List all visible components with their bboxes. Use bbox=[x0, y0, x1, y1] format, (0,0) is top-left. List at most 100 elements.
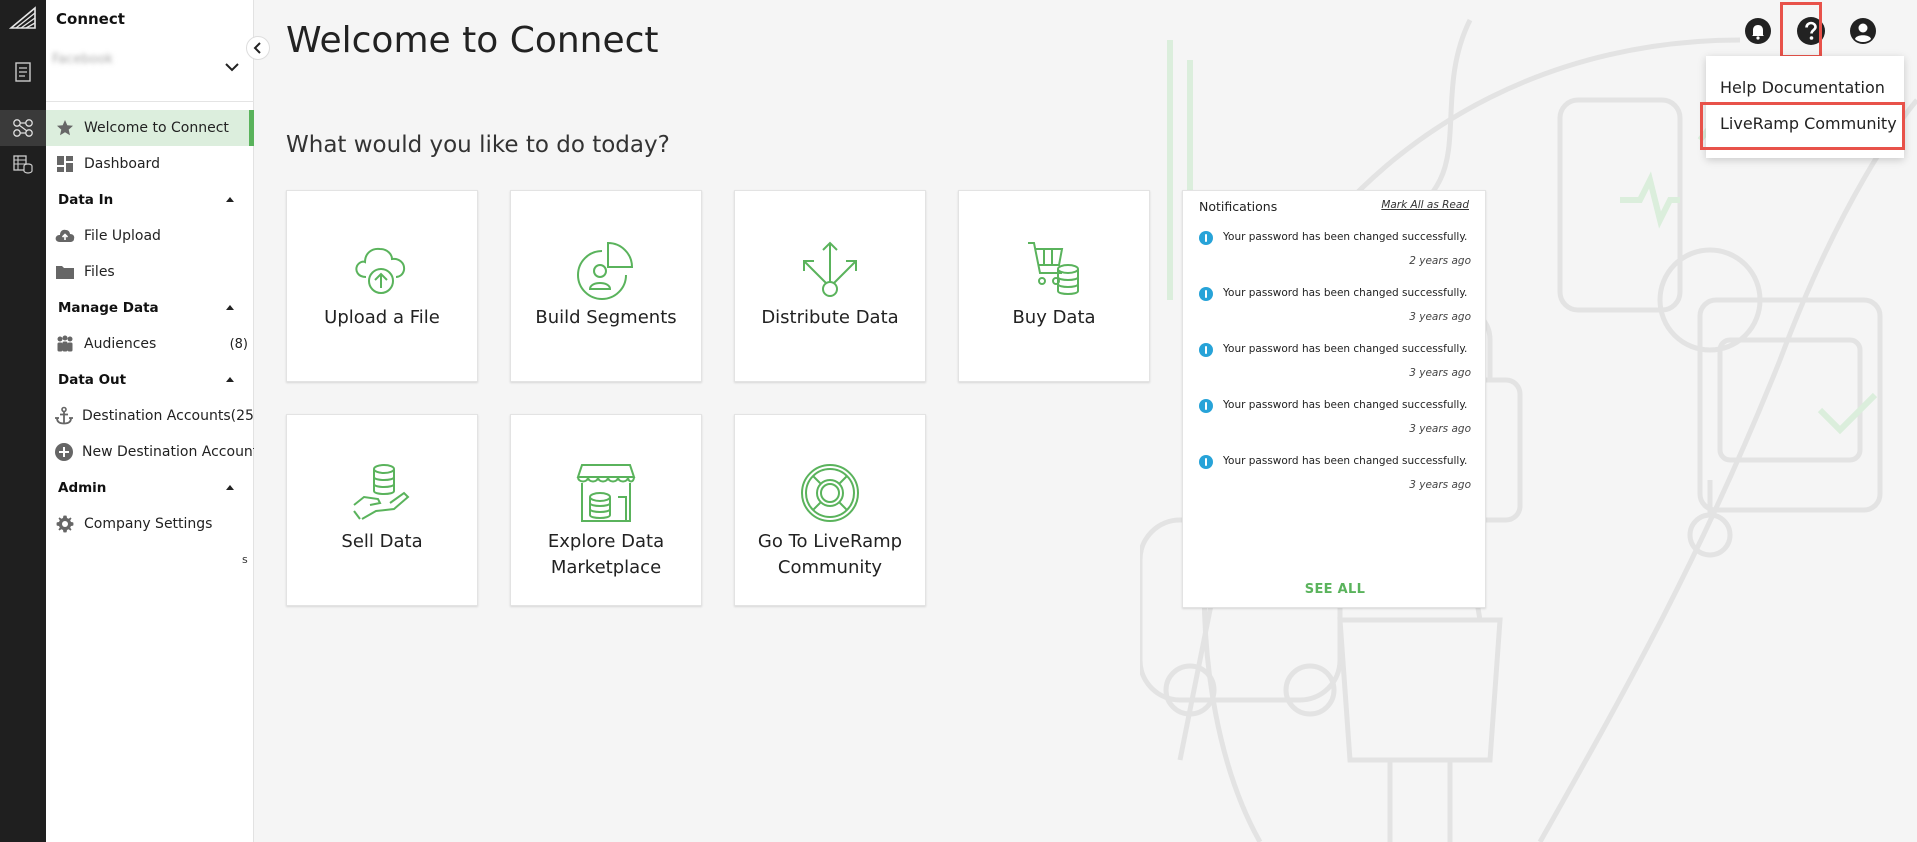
tile-label: Buy Data bbox=[1012, 307, 1096, 328]
sidebar-item-files[interactable]: Files bbox=[46, 254, 254, 290]
notification-item[interactable]: Your password has been changed successfu… bbox=[1199, 453, 1471, 509]
page-title: Welcome to Connect bbox=[286, 20, 659, 61]
gear-icon bbox=[54, 513, 76, 535]
lifebuoy-icon bbox=[801, 464, 859, 522]
tile-build-segments[interactable]: Build Segments bbox=[510, 190, 702, 382]
notification-time: 3 years ago bbox=[1409, 479, 1471, 491]
tile-distribute-data[interactable]: Distribute Data bbox=[734, 190, 926, 382]
notification-item[interactable]: Your password has been changed successfu… bbox=[1199, 341, 1471, 397]
menu-item-help-documentation[interactable]: Help Documentation bbox=[1706, 70, 1904, 104]
community-item-highlight bbox=[1700, 102, 1905, 150]
section-label: Manage Data bbox=[58, 300, 159, 316]
sidebar-item-dashboard[interactable]: Dashboard bbox=[46, 146, 254, 182]
truncated-text: s bbox=[242, 553, 248, 566]
left-rail bbox=[0, 0, 46, 842]
sidebar-item-file-upload[interactable]: File Upload bbox=[46, 218, 254, 254]
user-profile-button[interactable] bbox=[1848, 14, 1878, 48]
sidebar-item-label: Destination Accounts(256 bbox=[82, 408, 254, 424]
section-admin[interactable]: Admin bbox=[46, 471, 254, 505]
account-name: Facebook bbox=[52, 52, 114, 67]
cloud-upload-icon bbox=[54, 225, 76, 247]
sidebar: Connect Facebook Welcome to Connect Dash… bbox=[46, 0, 254, 842]
sidebar-item-label: Audiences bbox=[84, 336, 157, 352]
notifications-bell-button[interactable] bbox=[1743, 14, 1773, 48]
page-subtitle: What would you like to do today? bbox=[286, 132, 670, 158]
help-button-highlight bbox=[1780, 2, 1822, 58]
sidebar-item-audiences[interactable]: Audiences (8) bbox=[46, 326, 254, 362]
database-grid-icon[interactable] bbox=[0, 146, 46, 182]
tile-buy-data[interactable]: Buy Data bbox=[958, 190, 1150, 382]
notification-time: 2 years ago bbox=[1409, 255, 1471, 267]
liveramp-logo bbox=[9, 6, 36, 29]
tile-label: Build Segments bbox=[535, 307, 677, 328]
audiences-count: (8) bbox=[229, 336, 248, 352]
caret-up-icon bbox=[226, 377, 234, 382]
cloud-upload-icon bbox=[355, 247, 406, 294]
notification-text: Your password has been changed successfu… bbox=[1223, 287, 1468, 299]
account-selector[interactable]: Facebook bbox=[46, 34, 254, 102]
tile-label: Go To LiveRamp Community bbox=[757, 531, 903, 578]
info-icon bbox=[1199, 287, 1213, 301]
sidebar-item-new-destination-account[interactable]: New Destination Account bbox=[46, 434, 254, 470]
tile-upload-file[interactable]: Upload a File bbox=[286, 190, 478, 382]
notification-text: Your password has been changed successfu… bbox=[1223, 399, 1468, 411]
caret-up-icon bbox=[226, 485, 234, 490]
bell-icon bbox=[1745, 18, 1771, 44]
people-icon bbox=[54, 333, 76, 355]
caret-up-icon bbox=[226, 305, 234, 310]
anchor-icon bbox=[54, 405, 74, 427]
caret-up-icon bbox=[226, 197, 234, 202]
section-label: Data Out bbox=[58, 372, 127, 388]
section-data-in[interactable]: Data In bbox=[46, 183, 254, 217]
section-manage-data[interactable]: Manage Data bbox=[46, 291, 254, 325]
sidebar-item-label: Dashboard bbox=[84, 156, 160, 172]
sidebar-title: Connect bbox=[56, 10, 125, 28]
notification-time: 3 years ago bbox=[1409, 423, 1471, 435]
notification-text: Your password has been changed successfu… bbox=[1223, 231, 1468, 243]
mark-all-read-link[interactable]: Mark All as Read bbox=[1381, 199, 1469, 211]
folder-icon bbox=[54, 261, 76, 283]
tile-label: Sell Data bbox=[341, 531, 423, 552]
notifications-panel: Notifications Mark All as Read Your pass… bbox=[1182, 190, 1486, 608]
notification-item[interactable]: Your password has been changed successfu… bbox=[1199, 285, 1471, 341]
notification-item[interactable]: Your password has been changed successfu… bbox=[1199, 229, 1471, 285]
cart-database-icon bbox=[1028, 242, 1079, 295]
section-label: Data In bbox=[58, 192, 114, 208]
sidebar-item-label: Welcome to Connect bbox=[84, 120, 229, 136]
sidebar-item-label: New Destination Account bbox=[82, 444, 254, 460]
sidebar-item-company-settings[interactable]: Company Settings bbox=[46, 506, 254, 542]
tile-sell-data[interactable]: Sell Data bbox=[286, 414, 478, 606]
collapse-sidebar-button[interactable] bbox=[246, 36, 270, 60]
see-all-link[interactable]: SEE ALL bbox=[1183, 582, 1487, 597]
section-data-out[interactable]: Data Out bbox=[46, 363, 254, 397]
user-icon bbox=[1850, 18, 1876, 44]
hand-database-icon bbox=[353, 464, 410, 520]
document-icon[interactable] bbox=[0, 54, 46, 90]
info-icon bbox=[1199, 399, 1213, 413]
star-icon bbox=[54, 117, 76, 139]
notification-time: 3 years ago bbox=[1409, 367, 1471, 379]
info-icon bbox=[1199, 343, 1213, 357]
chevron-down-icon bbox=[225, 63, 239, 72]
tile-label: Distribute Data bbox=[761, 307, 899, 328]
sidebar-item-label: Files bbox=[84, 264, 115, 280]
chevron-left-icon bbox=[253, 42, 261, 54]
storefront-icon bbox=[576, 464, 636, 522]
sidebar-item-welcome[interactable]: Welcome to Connect bbox=[46, 110, 254, 146]
dashboard-icon bbox=[54, 153, 76, 175]
notification-text: Your password has been changed successfu… bbox=[1223, 455, 1468, 467]
tile-explore-marketplace[interactable]: Explore Data Marketplace bbox=[510, 414, 702, 606]
notification-item[interactable]: Your password has been changed successfu… bbox=[1199, 397, 1471, 453]
segments-icon bbox=[577, 241, 634, 300]
info-icon bbox=[1199, 231, 1213, 245]
connect-nodes-icon[interactable] bbox=[0, 110, 46, 146]
distribute-icon bbox=[803, 241, 857, 297]
notification-time: 3 years ago bbox=[1409, 311, 1471, 323]
sidebar-item-destination-accounts[interactable]: Destination Accounts(256 bbox=[46, 398, 254, 434]
tile-label: Explore Data Marketplace bbox=[547, 531, 665, 578]
notifications-title: Notifications bbox=[1199, 199, 1278, 214]
notification-text: Your password has been changed successfu… bbox=[1223, 343, 1468, 355]
tile-go-to-community[interactable]: Go To LiveRamp Community bbox=[734, 414, 926, 606]
section-label: Admin bbox=[58, 480, 107, 496]
sidebar-item-label: File Upload bbox=[84, 228, 161, 244]
